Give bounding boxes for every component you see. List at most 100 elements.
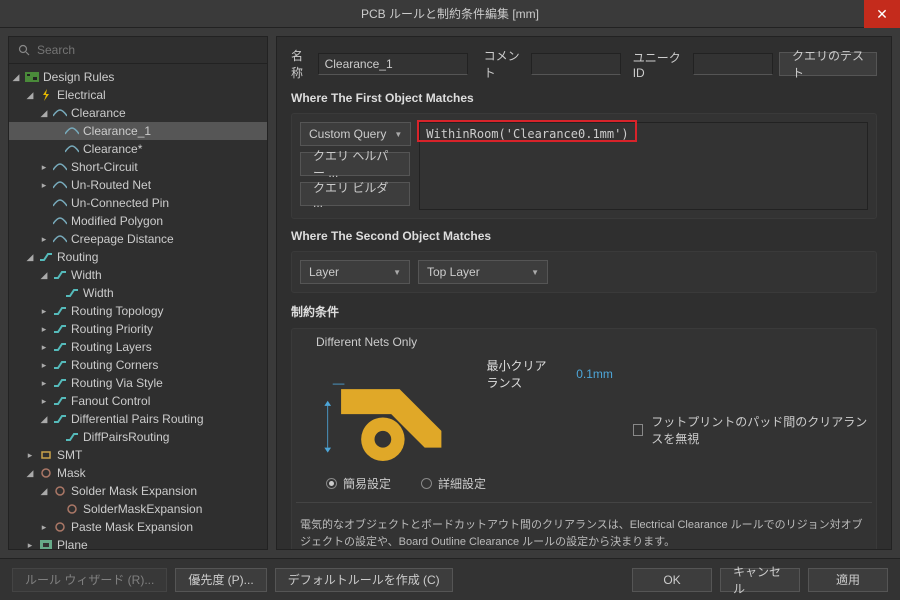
lightning-icon xyxy=(39,89,53,101)
tree-item[interactable]: ▸Creepage Distance xyxy=(9,230,267,248)
radio-dot-icon xyxy=(421,478,432,489)
chevron-down-icon: ▼ xyxy=(394,130,402,139)
comment-input[interactable] xyxy=(531,53,621,75)
tree-item[interactable]: ◢Solder Mask Expansion xyxy=(9,482,267,500)
layers-icon xyxy=(53,341,67,353)
tree-item[interactable]: ▸Routing Via Style xyxy=(9,374,267,392)
constraint-group: Different Nets Only xyxy=(291,328,877,550)
uid-label: ユニーク ID xyxy=(633,49,687,80)
ignore-fp-checkbox[interactable] xyxy=(633,424,643,436)
tree-item[interactable]: ▸Fanout Control xyxy=(9,392,267,410)
search-bar xyxy=(9,37,267,64)
tree-item[interactable]: ▸Short-Circuit xyxy=(9,158,267,176)
rule-wizard-button[interactable]: ルール ウィザード (R)... xyxy=(12,568,167,592)
test-query-button[interactable]: クエリのテスト xyxy=(779,52,877,76)
layer-select-dropdown[interactable]: Top Layer▼ xyxy=(418,260,548,284)
chevron-down-icon: ▼ xyxy=(531,268,539,277)
tree-root[interactable]: ◢Design Rules xyxy=(9,68,267,86)
name-input[interactable] xyxy=(318,53,468,75)
solder-icon xyxy=(53,485,67,497)
right-panel: 名称 コメント ユニーク ID クエリのテスト Where The First … xyxy=(276,36,892,550)
clearance-icon xyxy=(53,107,67,119)
constraint-header: 制約条件 xyxy=(291,303,877,320)
ignore-fp-label: フットプリントのパッド間のクリアランスを無視 xyxy=(651,413,872,447)
detail-mode-radio[interactable]: 詳細設定 xyxy=(421,475,486,492)
query-textarea[interactable]: WithinRoom('Clearance0.1mm') xyxy=(419,122,868,210)
short-icon xyxy=(53,161,67,173)
creepage-icon xyxy=(53,233,67,245)
diff-nets-dropdown[interactable]: Different Nets Only xyxy=(316,335,872,349)
tree-item[interactable]: ▸Un-Routed Net xyxy=(9,176,267,194)
tree-item[interactable]: Width xyxy=(9,284,267,302)
tree-cat-smt[interactable]: ▸SMT xyxy=(9,446,267,464)
min-clearance-value[interactable]: 0.1mm xyxy=(576,367,613,381)
query-text: WithinRoom('Clearance0.1mm') xyxy=(426,127,628,141)
search-input[interactable] xyxy=(37,43,259,57)
tree-item[interactable]: DiffPairsRouting xyxy=(9,428,267,446)
default-rules-button[interactable]: デフォルトルールを作成 (C) xyxy=(275,568,453,592)
uid-input[interactable] xyxy=(693,53,773,75)
divider xyxy=(296,502,872,503)
tree-item[interactable]: Modified Polygon xyxy=(9,212,267,230)
tree-item[interactable]: SolderMaskExpansion xyxy=(9,500,267,518)
simple-mode-radio[interactable]: 簡易設定 xyxy=(326,475,391,492)
smt-icon xyxy=(39,449,53,461)
diffrule-icon xyxy=(65,431,79,443)
width-rule-icon xyxy=(65,287,79,299)
mask-icon xyxy=(39,467,53,479)
left-panel: ◢Design Rules ◢Electrical ◢Clearance Cle… xyxy=(8,36,268,550)
rule-icon xyxy=(65,143,79,155)
close-button[interactable]: ✕ xyxy=(864,0,900,28)
window-title: PCB ルールと制約条件編集 [mm] xyxy=(361,5,539,22)
polygon-icon xyxy=(53,215,67,227)
tree-item[interactable]: Clearance* xyxy=(9,140,267,158)
priority-button[interactable]: 優先度 (P)... xyxy=(175,568,266,592)
second-match-header: Where The Second Object Matches xyxy=(291,229,877,243)
comment-label: コメント xyxy=(484,47,525,81)
query-builder-button[interactable]: クエリ ビルダ ... xyxy=(300,182,410,206)
query-helper-button[interactable]: クエリ ヘルパー ... xyxy=(300,152,410,176)
tree-item[interactable]: ▸Routing Layers xyxy=(9,338,267,356)
tree-item[interactable]: ▸Routing Topology xyxy=(9,302,267,320)
tree-cat-mask[interactable]: ◢Mask xyxy=(9,464,267,482)
via-icon xyxy=(53,377,67,389)
solderrule-icon xyxy=(65,503,79,515)
layer-scope-dropdown[interactable]: Layer▼ xyxy=(300,260,410,284)
tree-item[interactable]: ◢Clearance xyxy=(9,104,267,122)
clearance-diagram xyxy=(316,355,466,465)
routing-icon xyxy=(39,251,53,263)
match-type-dropdown[interactable]: Custom Query▼ xyxy=(300,122,411,146)
tree-item-selected[interactable]: Clearance_1 xyxy=(9,122,267,140)
diff-icon xyxy=(53,413,67,425)
pin-icon xyxy=(53,197,67,209)
min-clearance-label: 最小クリアランス xyxy=(486,357,556,391)
search-icon xyxy=(17,44,31,56)
chevron-down-icon: ▼ xyxy=(393,268,401,277)
tree-item[interactable]: ◢Differential Pairs Routing xyxy=(9,410,267,428)
tree-item[interactable]: ▸Paste Mask Expansion xyxy=(9,518,267,536)
rule-icon xyxy=(65,125,79,137)
priority-icon xyxy=(53,323,67,335)
cancel-button[interactable]: キャンセル xyxy=(720,568,800,592)
rules-tree[interactable]: ◢Design Rules ◢Electrical ◢Clearance Cle… xyxy=(9,64,267,549)
rules-icon xyxy=(25,71,39,83)
apply-button[interactable]: 適用 xyxy=(808,568,888,592)
radio-dot-icon xyxy=(326,478,337,489)
tree-item[interactable]: ▸Routing Priority xyxy=(9,320,267,338)
title-bar: PCB ルールと制約条件編集 [mm] ✕ xyxy=(0,0,900,28)
first-match-header: Where The First Object Matches xyxy=(291,91,877,105)
tree-cat-electrical[interactable]: ◢Electrical xyxy=(9,86,267,104)
fanout-icon xyxy=(53,395,67,407)
ok-button[interactable]: OK xyxy=(632,568,712,592)
tree-item[interactable]: ◢Width xyxy=(9,266,267,284)
plane-icon xyxy=(39,539,53,549)
second-match-group: Layer▼ Top Layer▼ xyxy=(291,251,877,293)
paste-icon xyxy=(53,521,67,533)
constraint-note: 電気的なオブジェクトとボードカットアウト間のクリアランスは、Electrical… xyxy=(296,513,872,550)
tree-cat-routing[interactable]: ◢Routing xyxy=(9,248,267,266)
corners-icon xyxy=(53,359,67,371)
name-label: 名称 xyxy=(291,47,312,81)
tree-item[interactable]: ▸Routing Corners xyxy=(9,356,267,374)
tree-cat-plane[interactable]: ▸Plane xyxy=(9,536,267,549)
tree-item[interactable]: Un-Connected Pin xyxy=(9,194,267,212)
